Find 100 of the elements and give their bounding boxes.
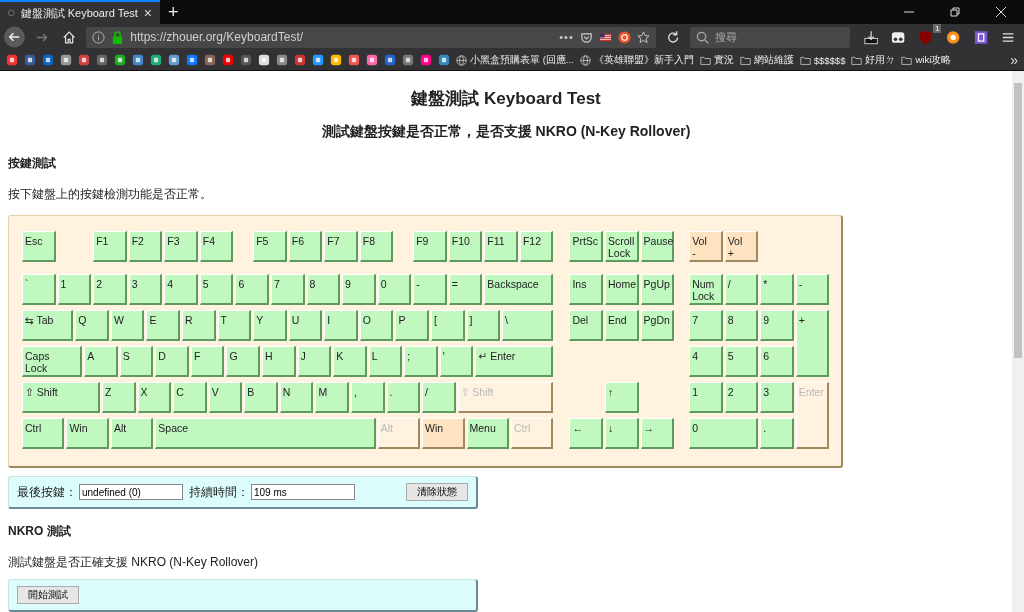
keyboard-key[interactable]: M <box>315 382 349 413</box>
keyboard-key[interactable]: F1 <box>93 231 127 262</box>
keyboard-key[interactable]: ↑ <box>605 382 639 413</box>
keyboard-key[interactable]: E <box>146 310 181 341</box>
keyboard-key[interactable]: Pause <box>640 231 675 262</box>
bookmark-icon[interactable] <box>276 54 288 66</box>
bookmark-item[interactable]: 小黑盒預購表單 (回應... <box>456 53 574 67</box>
bookmark-item[interactable]: wiki攻略 <box>901 53 952 67</box>
new-tab-button[interactable]: + <box>160 0 187 24</box>
keyboard-key[interactable]: Ins <box>569 274 603 305</box>
keyboard-key[interactable]: K <box>333 346 367 377</box>
keyboard-key[interactable]: 7 <box>270 274 305 305</box>
keyboard-key[interactable]: ⇧ Shift <box>22 382 100 413</box>
keyboard-key[interactable]: F12 <box>519 231 554 262</box>
keyboard-key[interactable]: D <box>155 346 189 377</box>
bookmark-icon[interactable] <box>294 54 306 66</box>
keyboard-key[interactable]: → <box>640 418 675 449</box>
keyboard-key[interactable]: F9 <box>413 231 447 262</box>
keyboard-key[interactable]: Caps Lock <box>22 346 83 377</box>
keyboard-key[interactable]: 9 <box>342 274 376 305</box>
bookmark-icon[interactable] <box>330 54 342 66</box>
keyboard-key[interactable]: . <box>760 418 794 449</box>
keyboard-key[interactable]: + <box>795 310 830 377</box>
bookmark-icon[interactable] <box>312 54 324 66</box>
bookmark-icon[interactable] <box>186 54 198 66</box>
keyboard-key[interactable]: ↵ Enter <box>475 346 554 377</box>
keyboard-key[interactable]: ` <box>22 274 56 305</box>
keyboard-key[interactable]: * <box>760 274 794 305</box>
keyboard-key[interactable]: PgDn <box>640 310 675 341</box>
keyboard-key[interactable]: F7 <box>324 231 358 262</box>
bookmark-icon[interactable] <box>258 54 270 66</box>
keyboard-key[interactable]: 6 <box>235 274 269 305</box>
bookmark-item[interactable]: 好用ㄉ <box>851 53 896 67</box>
page-actions-button[interactable]: ••• <box>559 31 574 43</box>
keyboard-key[interactable]: Q <box>75 310 109 341</box>
info-icon[interactable] <box>92 30 106 44</box>
keyboard-key[interactable]: 3 <box>760 382 794 413</box>
keyboard-key[interactable]: Vol - <box>689 231 723 262</box>
keyboard-key[interactable]: ↓ <box>605 418 639 449</box>
keyboard-key[interactable]: I <box>324 310 358 341</box>
keyboard-key[interactable]: 4 <box>164 274 198 305</box>
bookmark-square-icon[interactable] <box>973 29 988 45</box>
close-tab-button[interactable]: × <box>143 5 152 21</box>
browser-tab[interactable]: 鍵盤測試 Keyboard Test × <box>0 0 160 24</box>
address-bar[interactable]: https://zhouer.org/KeyboardTest/ ••• <box>86 26 656 48</box>
duration-field[interactable]: 109 ms <box>251 484 355 500</box>
restore-icon[interactable] <box>949 6 961 18</box>
keyboard-key[interactable]: ] <box>466 310 501 341</box>
last-key-field[interactable]: undefined (0) <box>79 484 183 500</box>
keyboard-key[interactable]: O <box>359 310 394 341</box>
bookmark-icon[interactable] <box>168 54 180 66</box>
keyboard-key[interactable]: V <box>208 382 243 413</box>
bookmark-icon[interactable] <box>114 54 126 66</box>
bookmark-item[interactable]: 網站維護 <box>739 53 794 67</box>
keyboard-key[interactable]: End <box>605 310 639 341</box>
keyboard-key[interactable]: [ <box>430 310 465 341</box>
keyboard-key[interactable]: - <box>795 274 830 305</box>
keyboard-key[interactable]: Scroll Lock <box>605 231 639 262</box>
keyboard-key[interactable]: 5 <box>199 274 234 305</box>
keyboard-key[interactable]: Backspace <box>484 274 554 305</box>
keyboard-key[interactable]: Win <box>422 418 465 449</box>
bookmark-icon[interactable] <box>420 54 432 66</box>
coin-icon[interactable] <box>946 29 961 45</box>
keyboard-key[interactable]: F11 <box>484 231 518 262</box>
keyboard-key[interactable]: W <box>110 310 145 341</box>
keyboard-key[interactable]: P <box>395 310 429 341</box>
keyboard-key[interactable]: 1 <box>57 274 92 305</box>
keyboard-key[interactable]: L <box>368 346 403 377</box>
close-icon[interactable] <box>995 6 1007 18</box>
bookmark-icon[interactable] <box>42 54 54 66</box>
keyboard-key[interactable]: N <box>279 382 314 413</box>
keyboard-key[interactable]: 1 <box>689 382 723 413</box>
keyboard-key[interactable]: . <box>386 382 421 413</box>
keyboard-key[interactable]: Alt <box>110 418 154 449</box>
keyboard-key[interactable]: Vol + <box>724 231 759 262</box>
keyboard-key[interactable]: 3 <box>128 274 163 305</box>
keyboard-key[interactable]: J <box>297 346 332 377</box>
keyboard-key[interactable]: ; <box>404 346 438 377</box>
keyboard-key[interactable]: Home <box>605 274 639 305</box>
keyboard-key[interactable]: PgUp <box>640 274 675 305</box>
pocket-icon[interactable] <box>579 30 593 44</box>
bookmark-icon[interactable] <box>402 54 414 66</box>
star-icon[interactable] <box>636 30 650 44</box>
bookmark-icon[interactable] <box>78 54 90 66</box>
keyboard-key[interactable]: R <box>182 310 216 341</box>
bookmark-icon[interactable] <box>366 54 378 66</box>
keyboard-key[interactable]: - <box>413 274 447 305</box>
keyboard-key[interactable]: H <box>262 346 296 377</box>
keyboard-key[interactable]: F8 <box>359 231 394 262</box>
keyboard-key[interactable]: / <box>422 382 456 413</box>
keyboard-key[interactable]: 7 <box>689 310 723 341</box>
keyboard-key[interactable]: / <box>724 274 759 305</box>
keyboard-key[interactable]: 2 <box>724 382 759 413</box>
keyboard-key[interactable]: 6 <box>760 346 794 377</box>
keyboard-key[interactable]: Ctrl <box>22 418 65 449</box>
keyboard-key[interactable]: U <box>288 310 323 341</box>
start-test-button[interactable]: 開始測試 <box>17 586 79 604</box>
keyboard-key[interactable]: 5 <box>724 346 759 377</box>
keyboard-key[interactable]: = <box>448 274 483 305</box>
keyboard-key[interactable]: X <box>137 382 172 413</box>
